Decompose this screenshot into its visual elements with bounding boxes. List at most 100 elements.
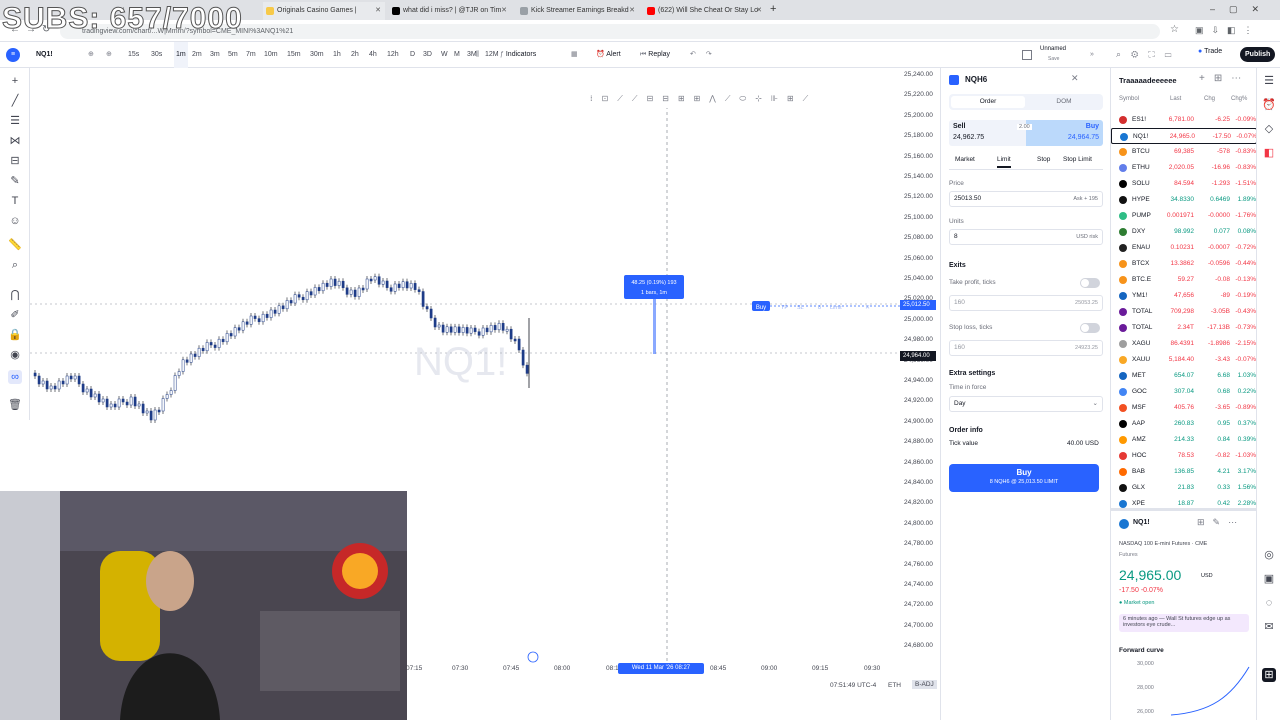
- search-icon[interactable]: ⌕⚙⛶▭: [1116, 49, 1181, 60]
- units-label[interactable]: Units: [949, 218, 964, 225]
- calendar-icon[interactable]: ▣: [1262, 572, 1276, 586]
- watchlist-actions-icons[interactable]: +⊞⋯: [1199, 73, 1250, 84]
- buy-button[interactable]: Buy 24,964.75: [1026, 120, 1103, 146]
- interval-15m[interactable]: 15m: [287, 42, 301, 68]
- chat-icon[interactable]: ✉: [1262, 620, 1276, 634]
- interval-1m[interactable]: 1m: [174, 42, 188, 68]
- tab-stop[interactable]: Stop: [1037, 156, 1050, 163]
- close-tab-icon[interactable]: ✕: [756, 2, 762, 20]
- lock-drawing-icon[interactable]: ✐: [8, 308, 22, 322]
- prediction-icon[interactable]: ⊟: [8, 154, 22, 168]
- interval-12M[interactable]: 12M: [485, 42, 499, 68]
- undo-redo-icons[interactable]: ↶↷: [690, 42, 722, 68]
- watchlist-row[interactable]: TOTAL 2.34T -17.13B -0.73%: [1111, 320, 1257, 336]
- tab-dom[interactable]: DOM: [1027, 96, 1101, 108]
- col-chg[interactable]: Chg: [1204, 96, 1215, 102]
- order-tp-label[interactable]: TP: [781, 305, 788, 311]
- detail-actions-icons[interactable]: ⊞✎⋯: [1197, 517, 1245, 528]
- magnet-icon[interactable]: ⋂: [8, 288, 22, 302]
- lock-icon[interactable]: 🔒: [8, 328, 22, 342]
- browser-tab[interactable]: Kick Streamer Earnings Breakd ✕: [517, 2, 639, 20]
- more-icon[interactable]: »: [1090, 42, 1094, 68]
- browser-tab[interactable]: (622) Will She Cheat Or Stay Lo ✕: [644, 2, 766, 20]
- crosshair-icon[interactable]: +: [8, 74, 22, 88]
- watchlist-row[interactable]: XAUU 5,184.40 -3.43 -0.07%: [1111, 352, 1257, 368]
- interval-2h[interactable]: 2h: [351, 42, 359, 68]
- interval-2m[interactable]: 2m: [192, 42, 202, 68]
- notifications-icon[interactable]: ◧: [1262, 146, 1276, 160]
- text-icon[interactable]: T: [8, 194, 22, 208]
- tab-order[interactable]: Order: [951, 96, 1025, 108]
- layers-icon[interactable]: ◇: [1262, 122, 1276, 136]
- interval-10m[interactable]: 10m: [264, 42, 278, 68]
- watchlist-row[interactable]: XAGU 86.4391 -1.8986 -2.15%: [1111, 336, 1257, 352]
- watchlist-row[interactable]: HOC 78.53 -0.82 -1.03%: [1111, 448, 1257, 464]
- trade-button[interactable]: ● Trade: [1198, 48, 1222, 55]
- trendline-icon[interactable]: ╱: [8, 94, 22, 108]
- interval-5m[interactable]: 5m: [228, 42, 238, 68]
- col-symbol[interactable]: Symbol: [1119, 96, 1139, 102]
- symbol-search[interactable]: NQ1!: [36, 42, 53, 68]
- layout-icon[interactable]: [1022, 50, 1032, 60]
- drawing-tools-icons[interactable]: ⁞⊡⟋⟋⊟⊟⊞⊞⋀⟋⬭⊹⊪⊞⟋: [590, 94, 817, 103]
- visibility-icon[interactable]: ◉: [8, 348, 22, 362]
- link-icon[interactable]: ∞: [8, 370, 22, 384]
- watchlist-title[interactable]: Traaaaadeeeeee: [1119, 76, 1177, 85]
- badj-toggle[interactable]: B-ADJ: [912, 680, 937, 689]
- watchlist-row[interactable]: SOLU 84.594 -1.293 -1.51%: [1111, 176, 1257, 192]
- order-qty-label[interactable]: 8: [818, 305, 821, 311]
- tif-select[interactable]: Day ⌄: [949, 396, 1103, 412]
- watchlist-row[interactable]: BTC.E 59.27 -0.08 -0.13%: [1111, 272, 1257, 288]
- alerts-icon[interactable]: ⏰: [1262, 98, 1276, 112]
- indicators-button[interactable]: ƒ Indicators: [500, 42, 536, 68]
- stop-loss-toggle[interactable]: [1080, 323, 1100, 333]
- interval-30s[interactable]: 30s: [151, 42, 162, 68]
- zoom-icon[interactable]: ⌕: [8, 258, 22, 272]
- interval-W[interactable]: W: [441, 42, 448, 68]
- watchlist-row[interactable]: BTCX 13.3862 -0.0596 -0.44%: [1111, 256, 1257, 272]
- compare-icon[interactable]: ⊕: [88, 42, 94, 68]
- pattern-icon[interactable]: ⋈: [8, 134, 22, 148]
- alert-button[interactable]: ⏰ Alert: [596, 42, 621, 68]
- interval-15s[interactable]: 15s: [128, 42, 139, 68]
- watchlist-row[interactable]: TOTAL 709,298 -3.05B -0.43%: [1111, 304, 1257, 320]
- tab-market[interactable]: Market: [955, 156, 975, 163]
- ideas-icon[interactable]: ◌: [1262, 596, 1276, 610]
- take-profit-toggle[interactable]: [1080, 278, 1100, 288]
- watchlist-row[interactable]: DXY 98.992 0.077 0.08%: [1111, 224, 1257, 240]
- stop-loss-label[interactable]: Stop loss, ticks: [949, 324, 992, 331]
- ruler-icon[interactable]: 📏: [8, 238, 22, 252]
- interval-D[interactable]: D: [410, 42, 415, 68]
- watchlist-row[interactable]: ENAU 0.10231 -0.0007 -0.72%: [1111, 240, 1257, 256]
- col-last[interactable]: Last: [1170, 96, 1181, 102]
- emoji-icon[interactable]: ☺: [8, 214, 22, 228]
- interval-4h[interactable]: 4h: [369, 42, 377, 68]
- col-chg-pct[interactable]: Chg%: [1231, 96, 1247, 102]
- watchlist-row[interactable]: PUMP 0.001971 -0.0000 -1.76%: [1111, 208, 1257, 224]
- interval-12h[interactable]: 12h: [387, 42, 399, 68]
- close-tab-icon[interactable]: ✕: [629, 2, 635, 20]
- watchlist-row[interactable]: BTCU 69,385 -578 -0.83%: [1111, 144, 1257, 160]
- sl-ticks-input[interactable]: 160 24923.25: [949, 340, 1103, 356]
- brush-icon[interactable]: ✎: [8, 174, 22, 188]
- browser-tab[interactable]: Originals Casino Games | ✕: [263, 2, 385, 20]
- browser-tab[interactable]: what did i miss? | @TJR on Tim ✕: [389, 2, 511, 20]
- templates-icon[interactable]: ▦: [571, 42, 578, 68]
- fib-icon[interactable]: ☰: [8, 114, 22, 128]
- close-tab-icon[interactable]: ✕: [501, 2, 507, 20]
- submit-order-button[interactable]: Buy 8 NQH6 @ 25,013.50 LIMIT: [949, 464, 1099, 492]
- window-controls[interactable]: ‒▢✕: [1210, 4, 1273, 15]
- tab-limit[interactable]: Limit: [997, 156, 1011, 168]
- price-input[interactable]: 25013.50 Ask + 195: [949, 191, 1103, 207]
- watchlist-row[interactable]: YM1! 47,656 -89 -0.19%: [1111, 288, 1257, 304]
- news-item[interactable]: 6 minutes ago — Wall St futures edge up …: [1119, 614, 1249, 632]
- watchlist-row[interactable]: NQ1! 24,965.0 -17.50 -0.07%: [1111, 128, 1257, 144]
- replay-button[interactable]: ⏮ Replay: [640, 42, 670, 68]
- watchlist-row[interactable]: BAB 136.85 4.21 3.17%: [1111, 464, 1257, 480]
- interval-3D[interactable]: 3D: [423, 42, 432, 68]
- interval-1h[interactable]: 1h: [333, 42, 341, 68]
- bookmark-star-icon[interactable]: ☆: [1170, 24, 1179, 35]
- interval-7m[interactable]: 7m: [246, 42, 256, 68]
- tp-ticks-input[interactable]: 160 25053.25: [949, 295, 1103, 311]
- interval-30m[interactable]: 30m: [310, 42, 324, 68]
